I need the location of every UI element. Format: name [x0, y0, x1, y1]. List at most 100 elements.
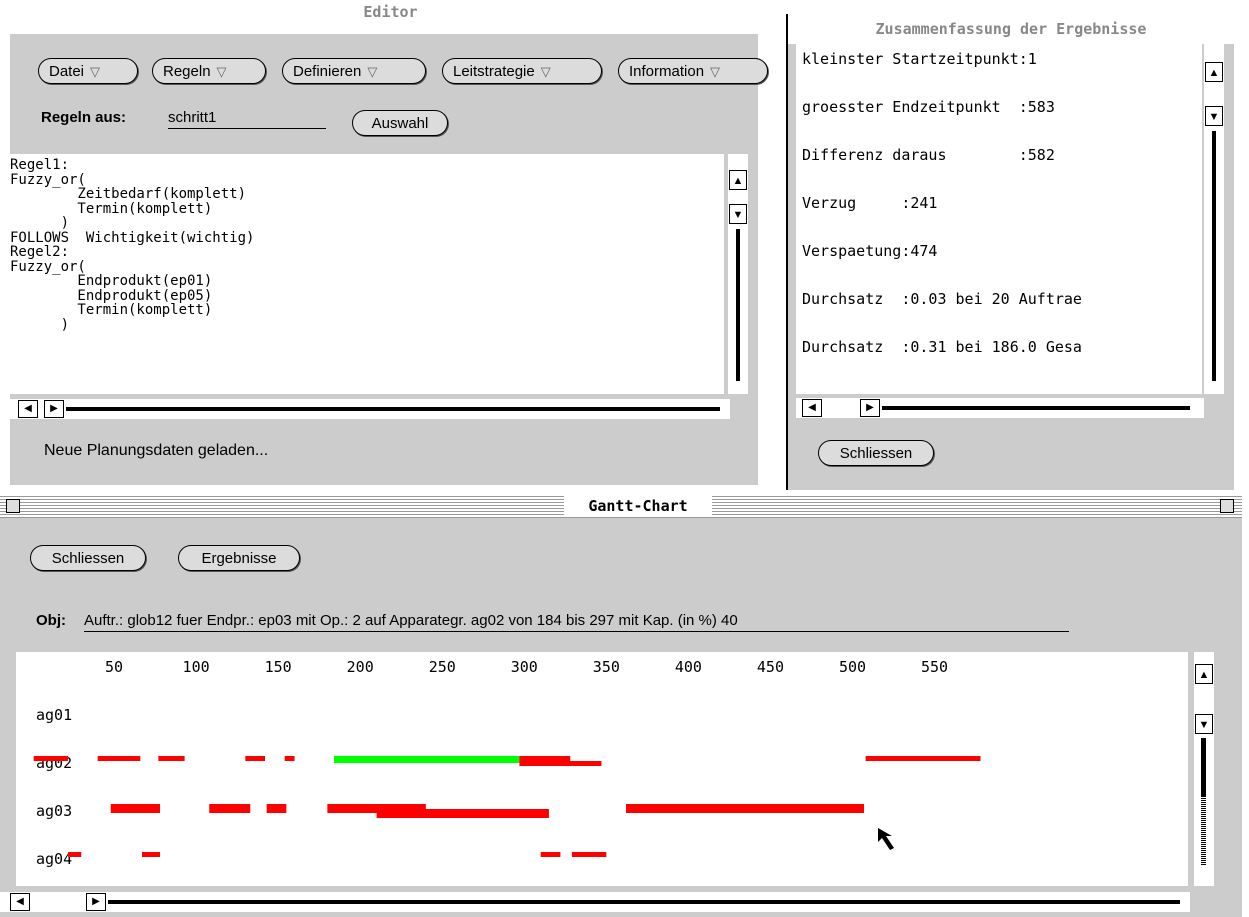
scroll-left-icon[interactable]: ◀	[18, 400, 38, 418]
row-label: ag03	[36, 802, 72, 820]
summary-line: Durchsatz :0.31 bei 186.0 Gesa	[802, 338, 1082, 356]
summary-text-area[interactable]: kleinster Startzeitpunkt:1 groesster End…	[796, 44, 1202, 394]
gantt-bar[interactable]	[626, 804, 864, 813]
summary-body: kleinster Startzeitpunkt:1 groesster End…	[788, 44, 1234, 490]
gantt-close-button[interactable]: Schliessen	[30, 545, 146, 571]
gantt-vertical-scrollbar[interactable]: ▲ ▼	[1194, 652, 1214, 886]
scroll-right-icon[interactable]: ▶	[86, 893, 106, 911]
x-tick-label: 250	[429, 658, 456, 676]
row-label: ag04	[36, 850, 72, 868]
scroll-track	[1201, 738, 1206, 796]
x-tick-label: 550	[921, 658, 948, 676]
gantt-bar[interactable]	[519, 756, 571, 761]
scroll-up-icon[interactable]: ▲	[1195, 664, 1213, 684]
menu-datei-label: Datei	[49, 63, 85, 80]
gantt-chart-area[interactable]: 50 100 150 200 250 300 350 400 450 500 550 ag01 ag02…	[16, 652, 1188, 886]
chevron-down-icon: ▽	[216, 64, 227, 79]
gantt-bar[interactable]	[284, 756, 295, 761]
menu-regeln-label: Regeln	[163, 63, 211, 80]
gantt-bar-selected[interactable]	[333, 756, 520, 763]
gantt-bar[interactable]	[141, 852, 160, 857]
scroll-right-icon[interactable]: ▶	[860, 399, 880, 417]
scroll-up-icon[interactable]: ▲	[729, 170, 747, 190]
gantt-bar[interactable]	[110, 804, 160, 813]
x-tick-label: 100	[183, 658, 210, 676]
gantt-titlebar: Gantt-Chart	[0, 494, 1242, 518]
summary-line: kleinster Startzeitpunkt:1	[802, 50, 1037, 68]
chevron-down-icon: ▽	[710, 64, 721, 79]
gantt-title-bg: Gantt-Chart	[564, 495, 712, 517]
summary-line: Verzug :241	[802, 194, 938, 212]
summary-horizontal-scrollbar[interactable]: ◀ ▶	[796, 398, 1204, 418]
gantt-window: Gantt-Chart Schliessen Ergebnisse Obj: A…	[0, 494, 1242, 917]
summary-vertical-scrollbar[interactable]: ▲ ▼	[1204, 44, 1224, 394]
chevron-down-icon: ▽	[540, 64, 551, 79]
close-box-icon[interactable]	[6, 499, 20, 513]
editor-horizontal-scrollbar[interactable]: ◀ ▶	[10, 399, 730, 419]
menu-information[interactable]: Information ▽	[618, 58, 768, 84]
menu-information-label: Information	[629, 63, 705, 80]
summary-title: Zusammenfassung der Ergebnisse	[875, 20, 1147, 38]
scroll-track	[1212, 131, 1216, 381]
scroll-left-icon[interactable]: ◀	[802, 399, 822, 417]
chevron-down-icon: ▽	[90, 64, 101, 79]
gantt-bar[interactable]	[865, 756, 981, 761]
menu-definieren-label: Definieren	[293, 63, 362, 80]
menu-regeln[interactable]: Regeln ▽	[152, 58, 266, 84]
scroll-down-icon[interactable]: ▼	[729, 204, 747, 224]
gantt-bar[interactable]	[68, 852, 82, 857]
gantt-bar[interactable]	[475, 809, 549, 818]
x-tick-label: 50	[105, 658, 123, 676]
gantt-bar[interactable]	[158, 756, 185, 761]
summary-close-button[interactable]: Schliessen	[818, 440, 934, 466]
scroll-thumb[interactable]	[1201, 796, 1206, 866]
summary-line: Differenz daraus :582	[802, 146, 1055, 164]
menu-definieren[interactable]: Definieren ▽	[282, 58, 426, 84]
x-tick-label: 450	[757, 658, 784, 676]
scroll-right-icon[interactable]: ▶	[44, 400, 64, 418]
scroll-down-icon[interactable]: ▼	[1205, 106, 1223, 126]
scroll-up-icon[interactable]: ▲	[1205, 62, 1223, 82]
x-tick-label: 150	[265, 658, 292, 676]
rules-input[interactable]: schritt1	[168, 109, 326, 129]
gantt-bar[interactable]	[97, 756, 141, 761]
x-tick-label: 200	[347, 658, 374, 676]
results-button[interactable]: Ergebnisse	[178, 545, 300, 571]
gantt-bar[interactable]	[519, 761, 602, 766]
chevron-down-icon: ▽	[367, 64, 378, 79]
editor-window: Editor Datei ▽ Regeln ▽ Definieren ▽ Leitst…	[0, 0, 781, 490]
x-tick-label: 500	[839, 658, 866, 676]
x-tick-label: 400	[675, 658, 702, 676]
editor-title: Editor	[0, 0, 781, 24]
editor-vertical-scrollbar[interactable]: ▲ ▼	[728, 154, 748, 394]
gantt-bar[interactable]	[33, 756, 69, 761]
scroll-track	[108, 900, 1180, 904]
summary-titlebar: Zusammenfassung der Ergebnisse	[788, 14, 1234, 45]
gantt-bar[interactable]	[266, 804, 287, 813]
zoom-box-icon[interactable]	[1220, 499, 1234, 513]
mouse-pointer-icon	[878, 828, 894, 850]
gantt-chart: 50 100 150 200 250 300 350 400 450 500 550ag01ag02…	[33, 658, 981, 868]
summary-line: Durchsatz :0.03 bei 20 Auftrae	[802, 290, 1082, 308]
gantt-bar[interactable]	[571, 852, 607, 857]
row-label: ag01	[36, 706, 72, 724]
gantt-horizontal-scrollbar[interactable]: ◀ ▶	[0, 892, 1190, 912]
auswahl-button[interactable]: Auswahl	[352, 110, 448, 136]
gantt-title: Gantt-Chart	[588, 497, 688, 515]
gantt-bar[interactable]	[209, 804, 251, 813]
summary-line: groesster Endzeitpunkt :583	[802, 98, 1055, 116]
scroll-down-icon[interactable]: ▼	[1195, 714, 1213, 734]
x-tick-label: 300	[511, 658, 538, 676]
obj-label: Obj:	[36, 612, 66, 629]
gantt-bar[interactable]	[540, 852, 561, 857]
menu-leitstrategie-label: Leitstrategie	[453, 63, 535, 80]
scroll-left-icon[interactable]: ◀	[10, 893, 30, 911]
x-tick-label: 350	[593, 658, 620, 676]
menu-datei[interactable]: Datei ▽	[38, 58, 138, 84]
scroll-track	[882, 406, 1190, 410]
menu-leitstrategie[interactable]: Leitstrategie ▽	[442, 58, 602, 84]
scroll-track	[66, 407, 720, 411]
rules-text-area[interactable]: Regel1: Fuzzy_or( Zeitbedarf(komplett) T…	[10, 154, 724, 394]
status-text: Neue Planungsdaten geladen...	[44, 442, 269, 459]
gantt-bar[interactable]	[245, 756, 266, 761]
